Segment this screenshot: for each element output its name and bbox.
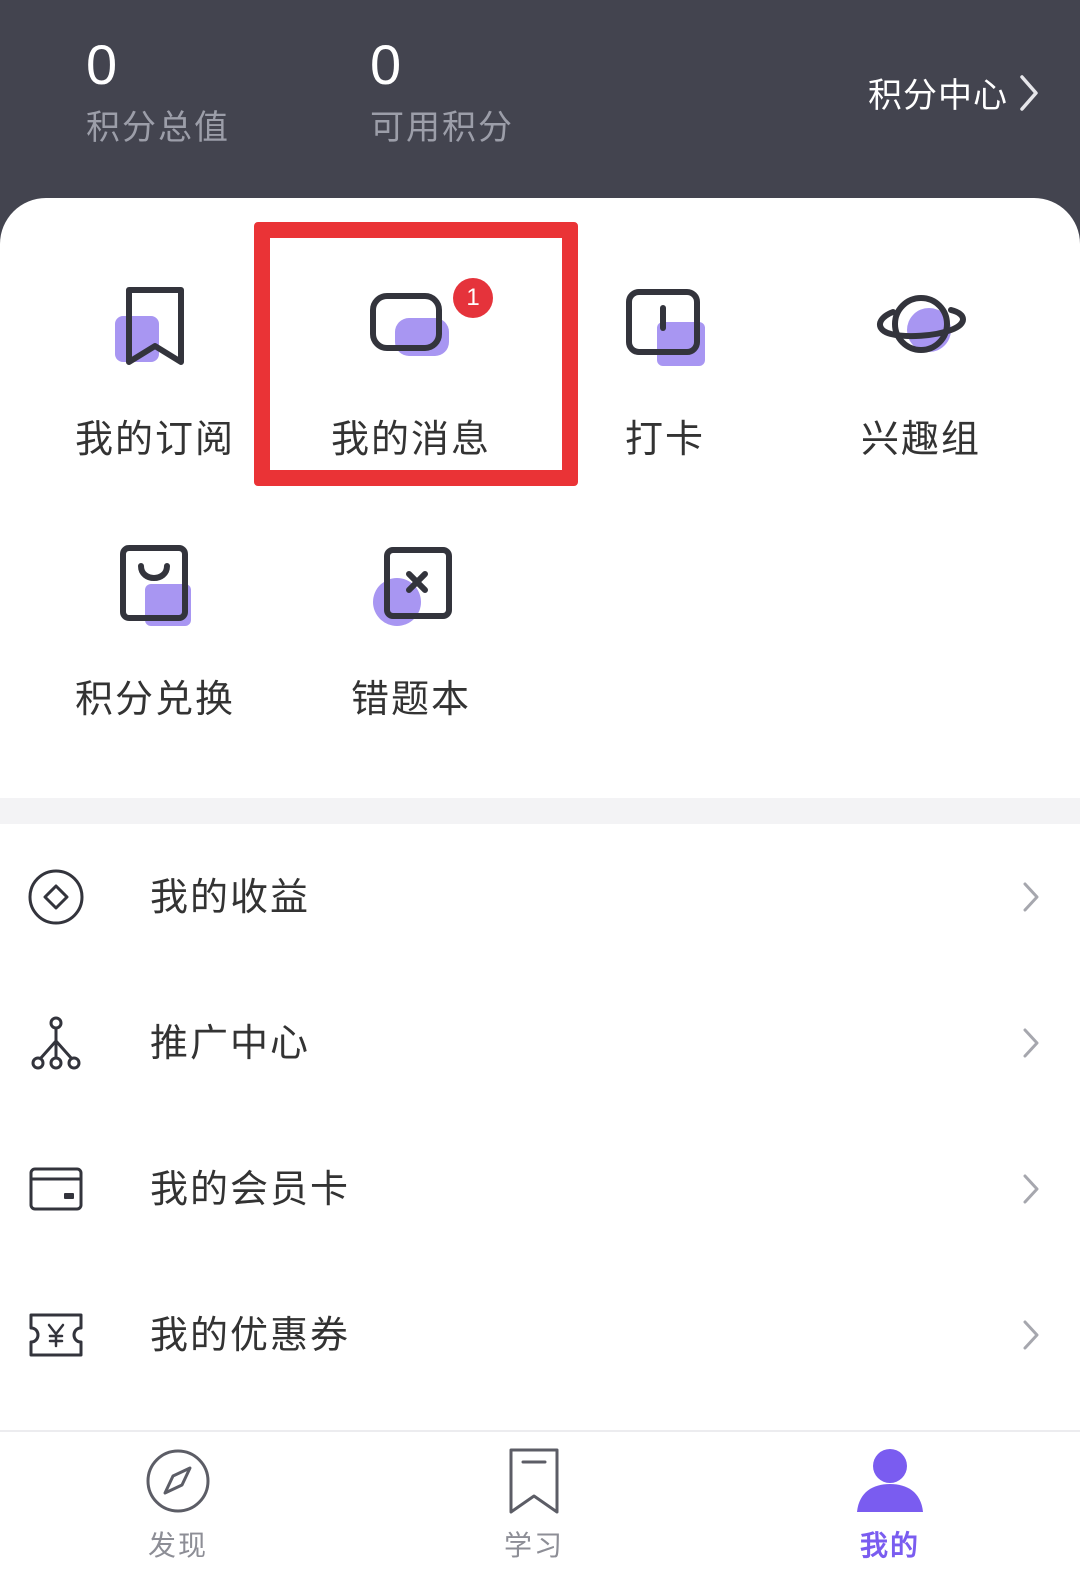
grid-label-messages: 我的消息	[330, 417, 491, 461]
grid-item-interest-groups[interactable]: 兴趣组	[786, 218, 1056, 461]
feature-card: 我的订阅 1 我的消息 打卡 兴趣组 积分兑换 错题本	[0, 198, 1080, 798]
grid-item-wrong-answers[interactable]: 错题本	[276, 478, 546, 721]
chevron-right-icon	[1023, 882, 1039, 912]
grid-label-wrong-answers: 错题本	[350, 677, 471, 721]
message-bubble-icon	[370, 293, 449, 356]
bookmark-tab-icon	[509, 1448, 559, 1514]
planet-icon	[877, 295, 966, 353]
tab-label-discover: 发现	[147, 1529, 208, 1562]
chevron-right-icon	[1023, 1320, 1039, 1350]
grid-item-subscriptions[interactable]: 我的订阅	[20, 218, 290, 461]
grid-label-interest-groups: 兴趣组	[860, 417, 981, 461]
user-icon	[857, 1449, 923, 1512]
total-points-stat: 0 积分总值	[86, 30, 230, 156]
check-in-icon	[626, 289, 705, 366]
grid-label-points-exchange: 积分兑换	[74, 677, 235, 721]
total-points-value: 0	[86, 33, 118, 96]
available-points-stat: 0 可用积分	[370, 30, 514, 156]
diamond-coin-icon	[28, 869, 84, 925]
points-center-link[interactable]: 积分中心	[868, 68, 1040, 117]
list-item-earnings[interactable]: 我的收益	[0, 824, 1080, 970]
tab-label-study: 学习	[503, 1529, 564, 1562]
chevron-right-icon	[1023, 1174, 1039, 1204]
tab-label-mine: 我的	[859, 1529, 920, 1562]
list-label-membership-card: 我的会员卡	[150, 1167, 351, 1211]
available-points-value: 0	[370, 33, 402, 96]
grid-item-check-in[interactable]: 打卡	[530, 218, 800, 461]
available-points-label: 可用积分	[370, 108, 514, 148]
yen-coupon-icon	[29, 1313, 83, 1357]
grid-item-points-exchange[interactable]: 积分兑换	[20, 478, 290, 721]
bookmark-icon	[115, 287, 184, 365]
tab-discover[interactable]: 发现	[88, 1432, 268, 1589]
bottom-nav: 发现 学习 我的	[0, 1430, 1080, 1589]
list-label-earnings: 我的收益	[150, 875, 311, 919]
card-wallet-icon	[29, 1167, 83, 1211]
tab-study[interactable]: 学习	[444, 1432, 624, 1589]
chevron-right-icon	[1020, 74, 1038, 111]
list-item-membership-card[interactable]: 我的会员卡	[0, 1116, 1080, 1262]
points-center-label: 积分中心	[868, 76, 1008, 116]
section-separator	[0, 798, 1080, 824]
wrong-answer-book-icon	[373, 547, 452, 626]
list-item-coupons[interactable]: 我的优惠券	[0, 1262, 1080, 1408]
tab-mine[interactable]: 我的	[800, 1432, 980, 1589]
unread-badge: 1	[453, 278, 493, 318]
grid-label-subscriptions: 我的订阅	[74, 417, 235, 461]
list-item-promotion-center[interactable]: 推广中心	[0, 970, 1080, 1116]
shopping-bag-icon	[120, 545, 191, 626]
compass-icon	[146, 1449, 210, 1513]
list-label-promotion-center: 推广中心	[150, 1021, 311, 1065]
list-label-coupons: 我的优惠券	[150, 1313, 351, 1357]
grid-label-check-in: 打卡	[624, 417, 705, 461]
chevron-right-icon	[1023, 1028, 1039, 1058]
total-points-label: 积分总值	[86, 108, 230, 148]
grid-item-messages[interactable]: 1 我的消息	[276, 218, 546, 461]
network-tree-icon	[31, 1016, 81, 1070]
